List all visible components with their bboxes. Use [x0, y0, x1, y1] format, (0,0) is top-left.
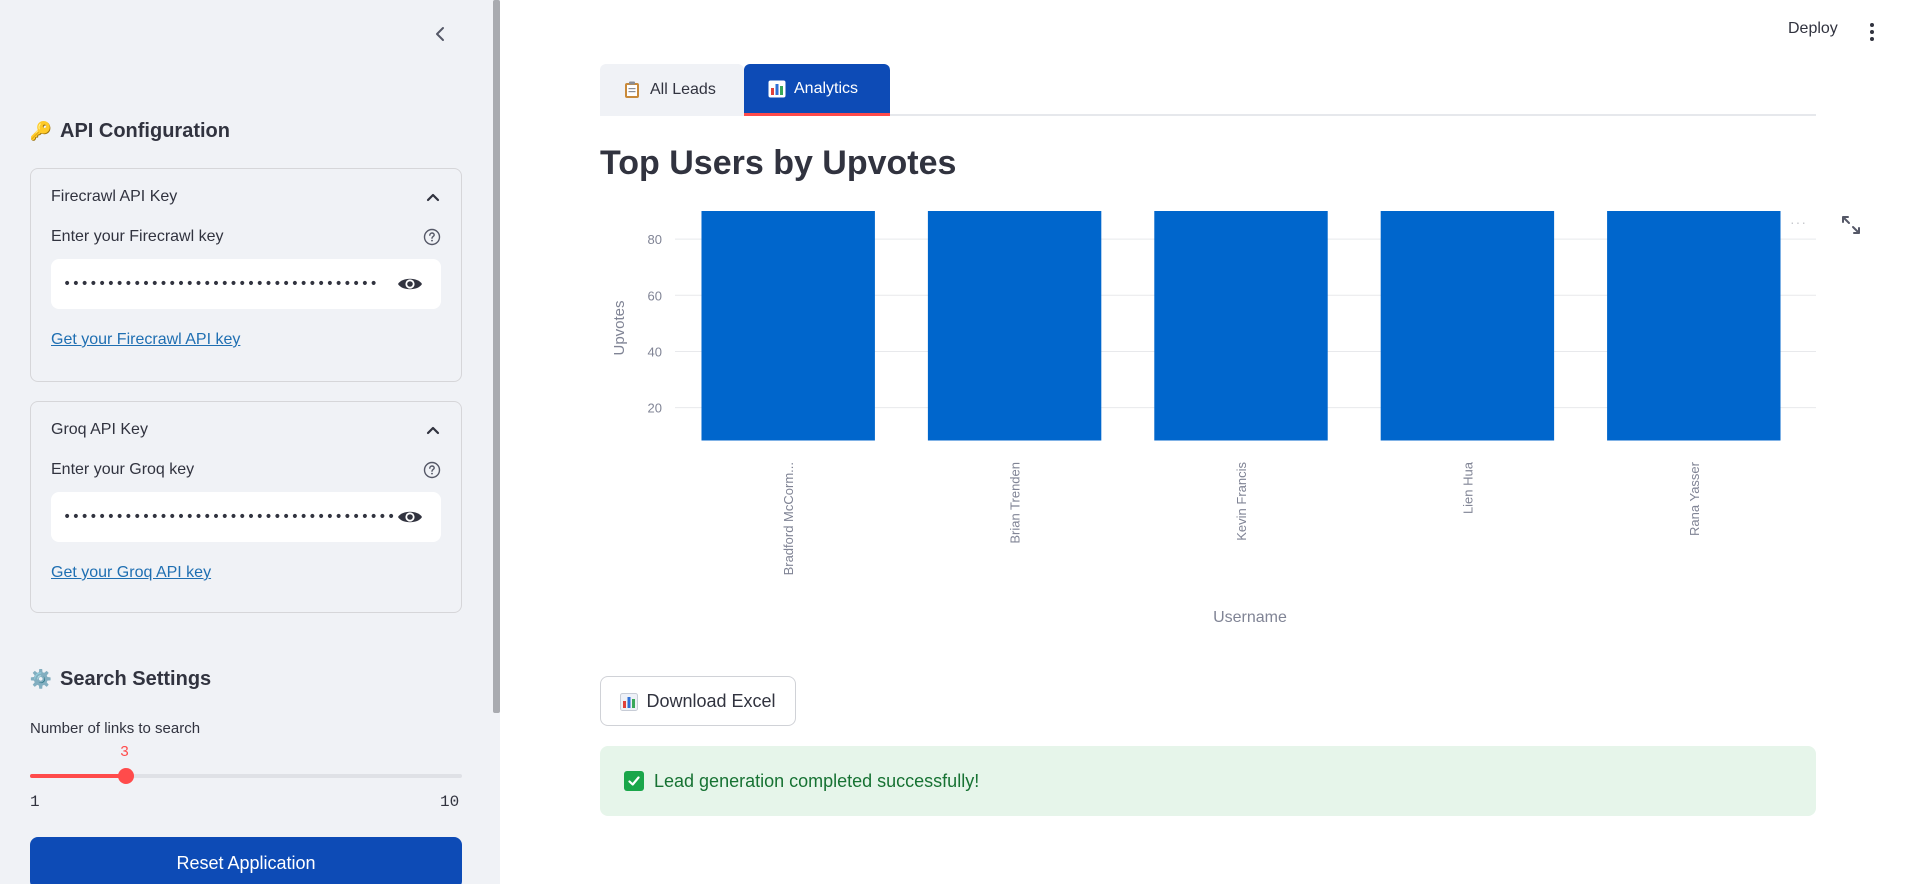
x-tick-label: Bradford McCorm...	[781, 462, 796, 575]
api-configuration-title: API Configuration	[60, 120, 230, 142]
eye-icon[interactable]	[397, 271, 423, 297]
upvotes-bar-chart[interactable]: 20 40 60 80 Bradford McCorm... Brian Trenden K…	[600, 200, 1816, 630]
search-settings-title: Search Settings	[60, 668, 212, 690]
x-tick-label: Kevin Francis	[1234, 462, 1249, 541]
y-tick-label: 60	[648, 288, 662, 303]
firecrawl-expander-header[interactable]: Firecrawl API Key	[31, 169, 461, 225]
y-tick-label: 20	[648, 401, 662, 416]
bar[interactable]	[701, 211, 875, 441]
groq-expander: Groq API Key Enter your Groq key •••••••…	[30, 401, 462, 613]
tab-analytics[interactable]: Analytics	[744, 64, 890, 116]
help-icon[interactable]	[423, 461, 441, 479]
tab-all-leads-label: All Leads	[650, 81, 716, 98]
y-tick-label: 80	[648, 232, 662, 247]
links-slider[interactable]	[30, 768, 462, 784]
deploy-button[interactable]: Deploy	[1788, 20, 1838, 38]
main-menu-icon[interactable]	[1866, 20, 1878, 44]
firecrawl-key-label-row: Enter your Firecrawl key	[31, 225, 461, 249]
gear-icon: ⚙️	[29, 669, 53, 689]
groq-api-key-link[interactable]: Get your Groq API key	[51, 564, 441, 582]
links-slider-max: 10	[440, 793, 460, 811]
bar[interactable]	[1607, 211, 1781, 441]
reset-application-button[interactable]: Reset Application	[30, 837, 462, 884]
firecrawl-api-key-link[interactable]: Get your Firecrawl API key	[51, 331, 441, 349]
y-tick-label: 40	[648, 344, 662, 359]
eye-icon[interactable]	[397, 504, 423, 530]
download-excel-label: Download Excel	[646, 690, 776, 711]
tab-bar: All Leads Analytics	[600, 64, 1816, 116]
links-slider-label: Number of links to search	[30, 720, 201, 737]
sidebar-scrollbar[interactable]	[492, 0, 500, 884]
chart-more-icon[interactable]: ···	[1790, 214, 1807, 230]
y-axis-label: Upvotes	[611, 300, 628, 355]
api-configuration-header: 🔑 API Configuration	[30, 120, 230, 143]
x-axis-label: Username	[1213, 609, 1287, 626]
firecrawl-expander-title: Firecrawl API Key	[51, 188, 178, 205]
groq-expander-title: Groq API Key	[51, 421, 148, 438]
bar-chart-icon	[768, 80, 786, 98]
expand-icon[interactable]	[1840, 214, 1862, 236]
links-slider-min: 1	[30, 793, 40, 811]
bar-chart-icon	[620, 692, 639, 711]
chevron-up-icon	[425, 422, 441, 438]
groq-key-input[interactable]: ••••••••••••••••••••••••••••••••••••••••…	[51, 492, 441, 542]
success-alert: Lead generation completed successfully!	[600, 746, 1816, 816]
firecrawl-key-label: Enter your Firecrawl key	[51, 228, 224, 245]
tab-all-leads[interactable]: All Leads	[600, 64, 744, 116]
x-tick-label: Brian Trenden	[1008, 462, 1023, 544]
search-settings-header: ⚙️ Search Settings	[30, 668, 211, 691]
bar[interactable]	[927, 211, 1102, 441]
bar[interactable]	[1154, 211, 1328, 441]
chevron-left-icon	[436, 27, 444, 41]
firecrawl-expander: Firecrawl API Key Enter your Firecrawl k…	[30, 168, 462, 382]
links-slider-thumb[interactable]	[118, 768, 134, 784]
help-icon[interactable]	[423, 228, 441, 246]
firecrawl-key-value: ••••••••••••••••••••••••••••••••••••	[63, 276, 379, 292]
groq-expander-header[interactable]: Groq API Key	[31, 402, 461, 458]
firecrawl-key-input[interactable]: ••••••••••••••••••••••••••••••••••••	[51, 259, 441, 309]
clipboard-icon	[624, 81, 642, 99]
bar[interactable]	[1380, 211, 1555, 441]
tab-analytics-label: Analytics	[794, 79, 859, 97]
groq-key-value: ••••••••••••••••••••••••••••••••••••••••…	[63, 509, 397, 525]
success-message: Lead generation completed successfully!	[654, 770, 980, 791]
x-tick-label: Rana Yasser	[1687, 461, 1702, 536]
links-slider-value: 3	[120, 744, 130, 761]
sidebar: 🔑 API Configuration Firecrawl API Key En…	[0, 0, 492, 884]
chevron-up-icon	[425, 189, 441, 205]
x-tick-label: Lien Hua	[1460, 461, 1475, 514]
groq-key-label-row: Enter your Groq key	[31, 458, 461, 482]
download-excel-button[interactable]: Download Excel	[600, 676, 796, 726]
links-slider-fill	[30, 774, 126, 778]
collapse-sidebar-button[interactable]	[428, 20, 452, 48]
groq-key-label: Enter your Groq key	[51, 461, 195, 478]
sidebar-scrollbar-thumb[interactable]	[493, 0, 500, 713]
page-title: Top Users by Upvotes	[600, 144, 957, 182]
key-icon: 🔑	[29, 121, 53, 141]
check-icon	[624, 771, 644, 791]
